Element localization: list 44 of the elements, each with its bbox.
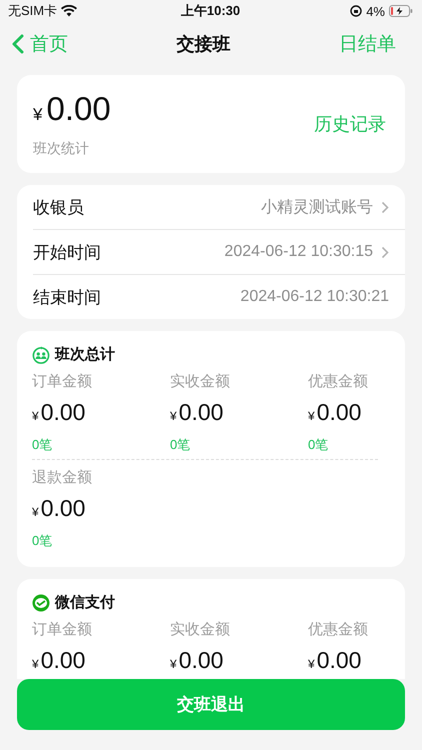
stat-amount: ¥0.00: [308, 646, 362, 675]
back-chevron-icon: [12, 34, 24, 54]
stat-amount: ¥0.00: [170, 398, 224, 427]
rotation-lock-icon: [350, 5, 362, 17]
stat-label: 实收金额: [170, 620, 230, 640]
stat-amount: ¥0.00: [308, 398, 362, 427]
total-amount: ¥0.00: [33, 90, 111, 129]
wifi-icon: [61, 5, 78, 17]
stat-amount: ¥0.00: [32, 646, 86, 675]
people-icon: [32, 346, 50, 364]
section-title: 班次总计: [55, 345, 115, 364]
stat-label: 订单金额: [32, 372, 92, 392]
chevron-icon: [381, 246, 389, 258]
wechat-pay-icon: [32, 594, 50, 612]
stat-amount: ¥0.00: [170, 646, 224, 675]
row-value[interactable]: 2024-06-12 10:30:15: [224, 243, 373, 261]
summary-caption: 班次统计: [33, 140, 90, 158]
stat-amount: ¥0.00: [32, 398, 86, 427]
stat-count: 0笔: [308, 437, 328, 453]
stat-amount: ¥0.00: [32, 494, 86, 523]
daily-report-button[interactable]: 日结单: [339, 31, 396, 57]
stat-label: 订单金额: [32, 620, 92, 640]
chevron-icon: [381, 200, 389, 214]
stat-label: 优惠金额: [308, 620, 368, 640]
row-label: 收银员: [33, 196, 85, 218]
history-link[interactable]: 历史记录: [314, 112, 386, 136]
carrier-text: 无SIM卡: [8, 2, 58, 20]
battery-text: 4%: [366, 4, 385, 18]
page-title: 交接班: [176, 33, 230, 56]
stat-label: 优惠金额: [308, 372, 368, 392]
section-title: 微信支付: [55, 593, 115, 612]
row-label: 结束时间: [33, 286, 102, 308]
back-button[interactable]: 首页: [12, 31, 68, 57]
clock-text: 上午10:30: [180, 2, 240, 20]
stat-label: 退款金额: [32, 468, 92, 488]
row-label: 开始时间: [33, 242, 102, 264]
stat-label: 实收金额: [170, 372, 230, 392]
end-shift-button[interactable]: 交班退出: [17, 679, 405, 730]
row-value: 2024-06-12 10:30:21: [240, 288, 389, 306]
stat-count: 0笔: [32, 533, 52, 549]
stat-count: 0笔: [32, 437, 52, 453]
battery-icon: [389, 5, 413, 17]
row-value[interactable]: 小精灵测试账号: [261, 196, 373, 218]
stat-count: 0笔: [170, 437, 190, 453]
